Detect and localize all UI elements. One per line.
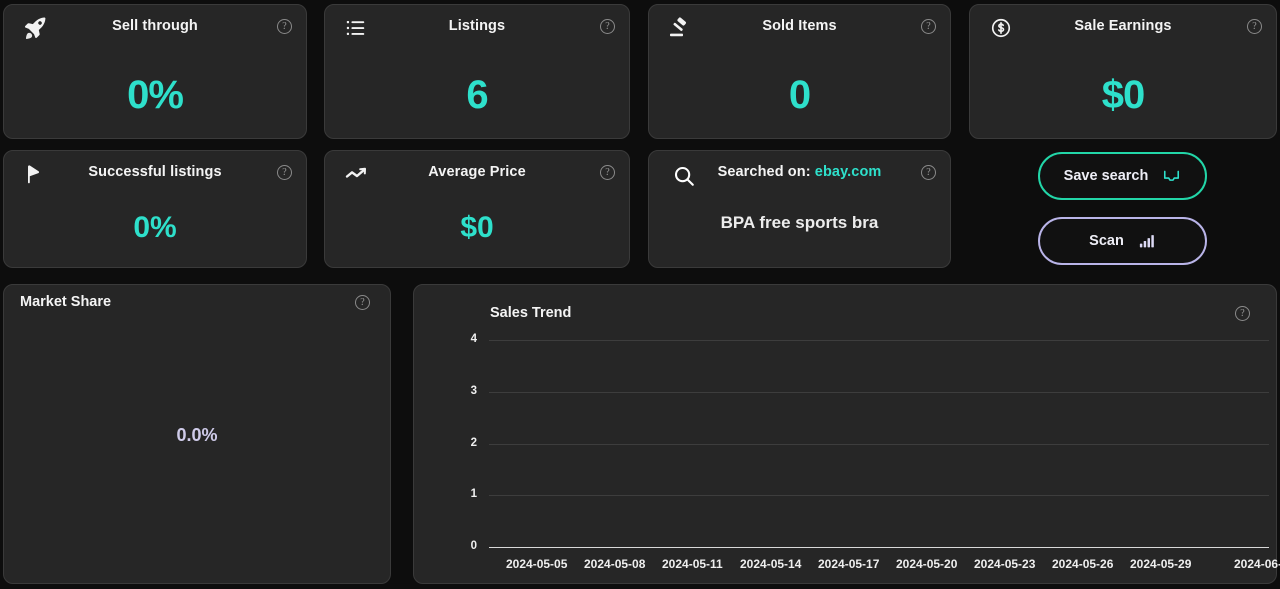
card-header: Average Price ? xyxy=(325,151,629,191)
help-icon[interactable]: ? xyxy=(600,165,615,180)
card-value: 6 xyxy=(466,73,488,117)
gridline xyxy=(489,495,1269,497)
x-axis-tick: 2024-05-17 xyxy=(818,557,880,571)
help-icon[interactable]: ? xyxy=(277,19,292,34)
scan-label: Scan xyxy=(1089,233,1124,249)
card-header: Successful listings ? xyxy=(4,151,306,191)
y-axis-tick: 0 xyxy=(470,540,477,552)
metric-card-sell-through: Sell through ? 0% xyxy=(3,4,307,139)
gridline xyxy=(489,340,1269,341)
card-value: 0% xyxy=(133,211,177,244)
site-link[interactable]: ebay.com xyxy=(815,164,882,180)
x-axis-tick: 2024-05-20 xyxy=(896,557,958,571)
help-icon[interactable]: ? xyxy=(600,19,615,34)
y-axis-tick: 3 xyxy=(470,384,477,397)
panel-title: Market Share xyxy=(20,294,112,310)
dashboard-page: Sell through ? 0% Listings ? 6 Sold Item… xyxy=(0,0,1280,589)
x-axis-tick: 2024-05-26 xyxy=(1052,557,1114,571)
help-icon[interactable]: ? xyxy=(277,165,292,180)
card-value: $0 xyxy=(1101,73,1146,117)
card-header: Sold Items ? xyxy=(649,5,950,45)
sales-trend-chart: 4 3 2 1 0 2024-05-05 2024-05-08 2024-05-11 2024-… xyxy=(414,285,1280,583)
x-axis-tick: 2024-06-03 xyxy=(1234,557,1280,571)
card-header: Searched on: ebay.com ? xyxy=(649,151,950,191)
card-title: Sell through xyxy=(112,18,198,34)
gridline xyxy=(489,391,1269,393)
card-title: Successful listings xyxy=(88,164,222,180)
x-axis-tick: 2024-05-14 xyxy=(740,557,802,571)
help-icon[interactable]: ? xyxy=(355,295,370,310)
y-axis-tick: 4 xyxy=(470,333,477,345)
search-term: BPA free sports bra xyxy=(720,213,879,232)
card-value: 0% xyxy=(127,73,184,117)
x-axis-line xyxy=(489,547,1269,548)
card-header: Sale Earnings ? xyxy=(970,5,1276,45)
metric-card-sold-items: Sold Items ? 0 xyxy=(648,4,951,139)
card-value: 0 xyxy=(788,73,811,117)
card-header: Sell through ? xyxy=(4,5,306,45)
sales-trend-panel: Sales Trend ? 4 3 2 1 0 2024-05-05 2024-05-08 2… xyxy=(413,284,1280,584)
save-search-label: Save search xyxy=(1063,168,1149,184)
x-axis-tick: 2024-05-29 xyxy=(1130,557,1192,571)
scan-button[interactable]: Scan xyxy=(1038,217,1207,265)
metric-card-listings: Listings ? 6 xyxy=(324,4,630,139)
metric-card-successful-listings: Successful listings ? 0% xyxy=(3,150,307,268)
card-header: Listings ? xyxy=(325,5,629,45)
market-share-panel: Market Share ? 0.0% xyxy=(3,284,391,584)
metric-card-sale-earnings: Sale Earnings ? $0 xyxy=(969,4,1277,139)
searched-on-card: Searched on: ebay.com ? BPA free sports … xyxy=(648,150,951,268)
market-share-value: 0.0% xyxy=(176,425,218,445)
x-axis-tick: 2024-05-05 xyxy=(506,557,568,571)
gridline xyxy=(489,443,1269,445)
y-axis-tick: 1 xyxy=(470,488,477,501)
card-title: Searched on: ebay.com xyxy=(689,164,910,180)
bar-signal-icon xyxy=(1138,232,1156,250)
card-title: Average Price xyxy=(428,164,526,180)
x-axis-tick: 2024-05-08 xyxy=(584,557,646,571)
x-axis-tick: 2024-05-23 xyxy=(974,557,1036,571)
card-value: $0 xyxy=(460,211,494,244)
help-icon[interactable]: ? xyxy=(1247,19,1262,34)
card-title: Sale Earnings xyxy=(1074,18,1172,34)
card-title: Sold Items xyxy=(762,18,837,34)
save-inbox-icon xyxy=(1162,167,1181,186)
help-icon[interactable]: ? xyxy=(921,19,936,34)
help-icon[interactable]: ? xyxy=(921,165,936,180)
searched-on-label: Searched on: xyxy=(717,164,811,180)
x-axis-tick: 2024-05-11 xyxy=(662,557,723,571)
save-search-button[interactable]: Save search xyxy=(1038,152,1207,200)
y-axis-tick: 2 xyxy=(470,436,477,449)
card-title: Listings xyxy=(448,18,506,34)
metric-card-average-price: Average Price ? $0 xyxy=(324,150,630,268)
